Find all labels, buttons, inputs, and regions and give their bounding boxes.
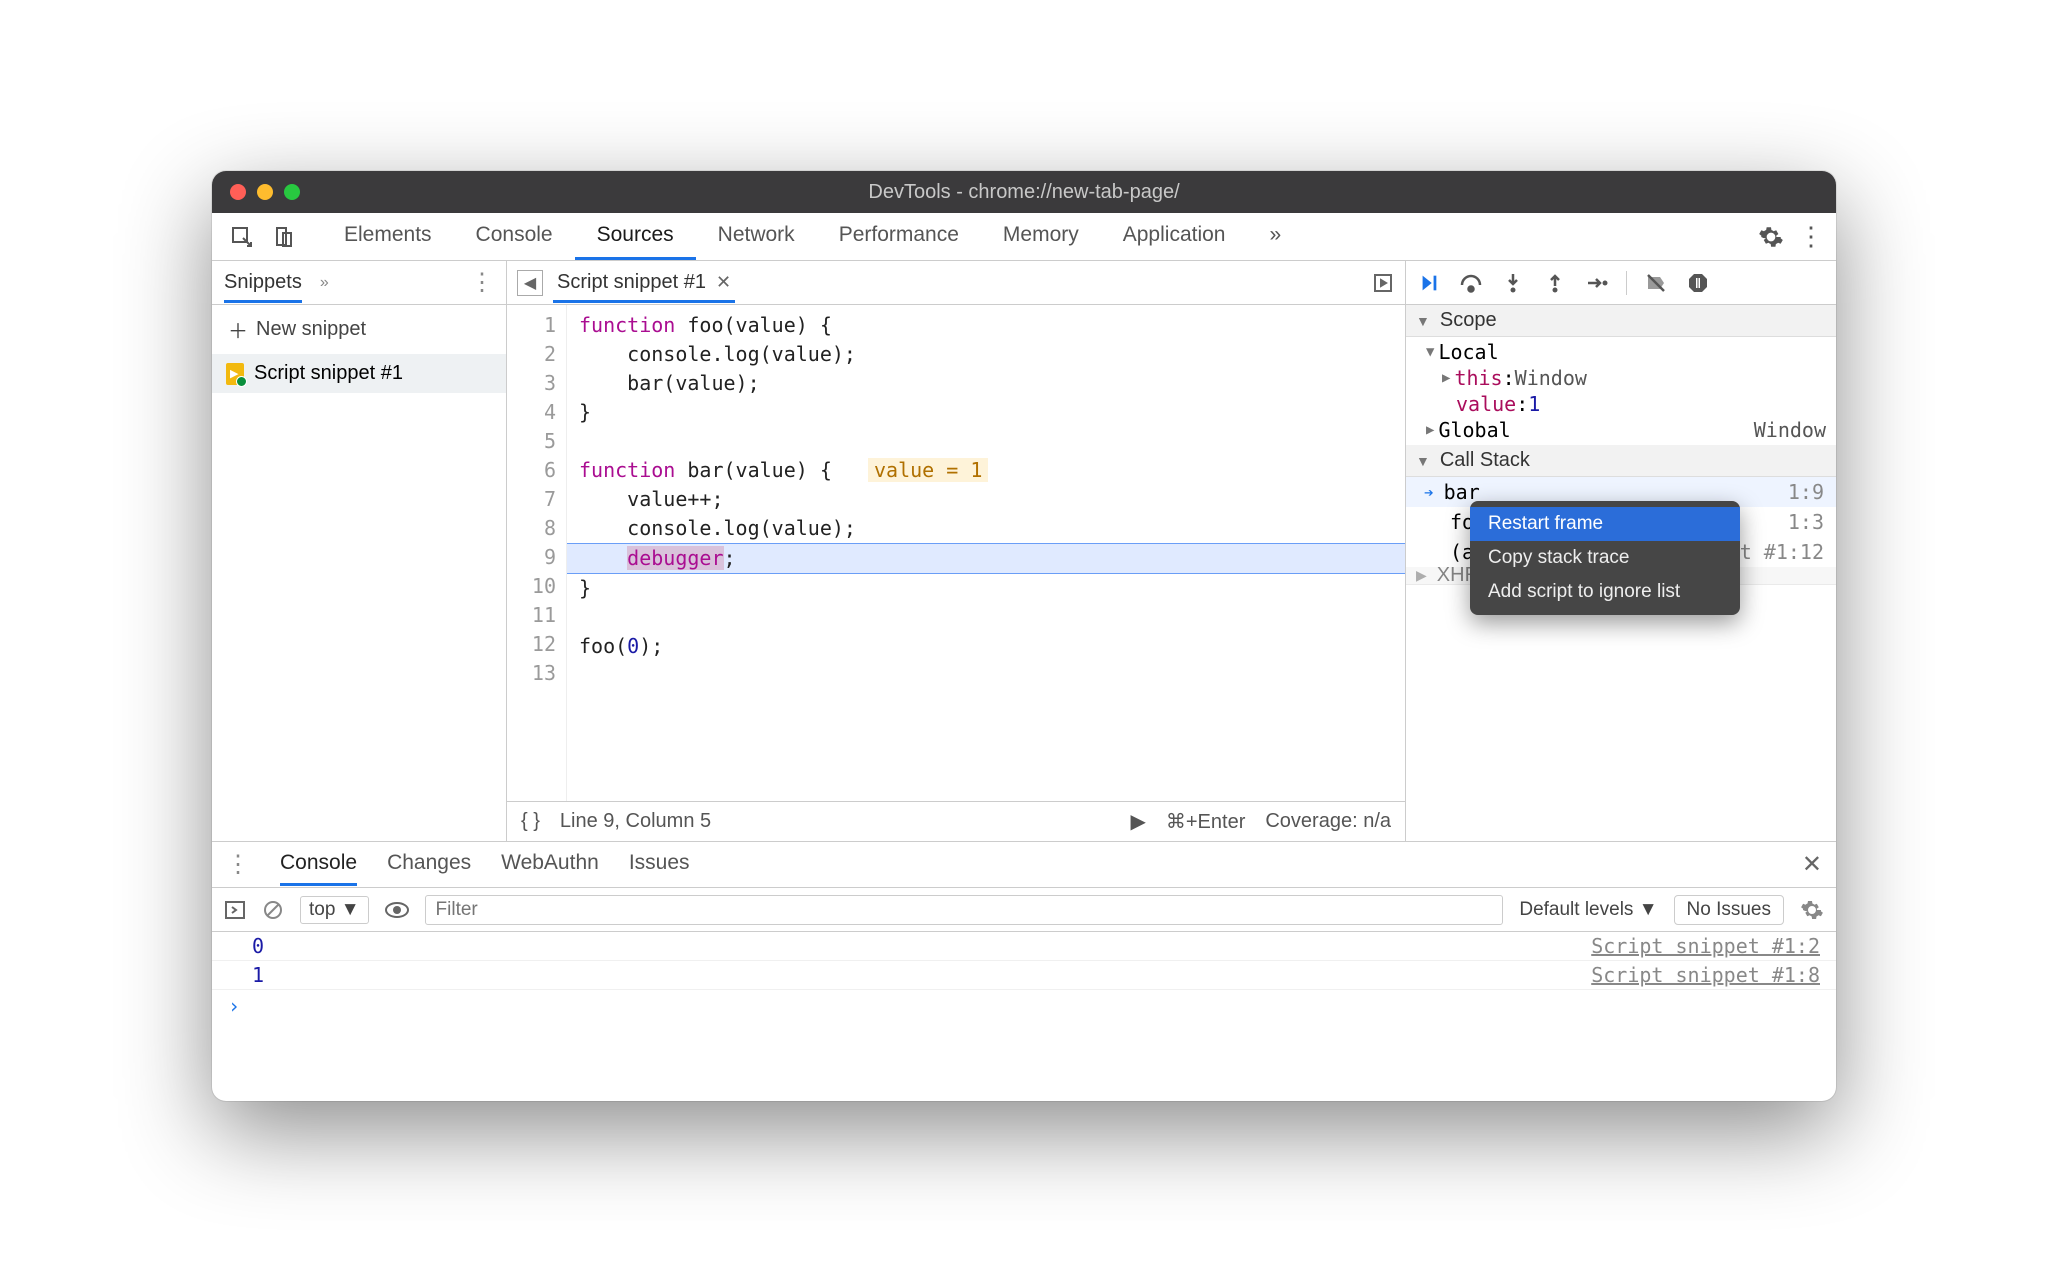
devtools-window: DevTools - chrome://new-tab-page/ Elemen… bbox=[212, 171, 1836, 1101]
log-source-link[interactable]: Script snippet #1:8 bbox=[1591, 963, 1820, 987]
menu-restart-frame[interactable]: Restart frame bbox=[1470, 507, 1740, 541]
step-icon[interactable] bbox=[1584, 270, 1610, 296]
device-toggle-icon[interactable] bbox=[266, 219, 302, 255]
resume-icon[interactable] bbox=[1416, 270, 1442, 296]
editor-statusbar: { } Line 9, Column 5 ▶ ⌘+Enter Coverage:… bbox=[507, 801, 1405, 841]
run-play-icon[interactable]: ▶ bbox=[1130, 809, 1145, 834]
drawer-menu-icon[interactable]: ⋮ bbox=[226, 850, 250, 879]
snippets-tab[interactable]: Snippets bbox=[224, 271, 302, 303]
log-level-selector[interactable]: Default levels ▼ bbox=[1519, 899, 1657, 921]
panel-tabs: Elements Console Sources Network Perform… bbox=[322, 213, 1303, 260]
navigator-menu-icon[interactable]: ⋮ bbox=[470, 268, 494, 297]
titlebar: DevTools - chrome://new-tab-page/ bbox=[212, 171, 1836, 213]
navigator-header: Snippets » ⋮ bbox=[212, 261, 506, 305]
console-prompt[interactable]: › bbox=[212, 990, 1836, 1022]
code-editor[interactable]: 12345678910111213 function foo(value) { … bbox=[507, 305, 1405, 801]
window-title: DevTools - chrome://new-tab-page/ bbox=[212, 181, 1836, 204]
scope-local-header[interactable]: ▼Local bbox=[1406, 339, 1836, 365]
scope-section-header[interactable]: ▼Scope bbox=[1406, 305, 1836, 337]
context-selector[interactable]: top ▼ bbox=[300, 896, 369, 924]
drawer-tab-webauthn[interactable]: WebAuthn bbox=[501, 843, 599, 886]
step-out-icon[interactable] bbox=[1542, 270, 1568, 296]
file-tab[interactable]: Script snippet #1 ✕ bbox=[553, 263, 735, 303]
tab-memory[interactable]: Memory bbox=[981, 213, 1101, 260]
cursor-position: Line 9, Column 5 bbox=[560, 810, 711, 833]
drawer-tab-issues[interactable]: Issues bbox=[629, 843, 690, 886]
console-log-row[interactable]: 0 Script snippet #1:2 bbox=[212, 932, 1836, 961]
snippet-item-label: Script snippet #1 bbox=[254, 362, 403, 385]
console-toolbar: top ▼ Default levels ▼ No Issues bbox=[212, 888, 1836, 932]
step-into-icon[interactable] bbox=[1500, 270, 1526, 296]
callstack-section-header[interactable]: ▼Call Stack bbox=[1406, 445, 1836, 477]
scope-body: ▼Local ▶this: Window value: 1 ▶GlobalWin… bbox=[1406, 337, 1836, 445]
console-output: 0 Script snippet #1:2 1 Script snippet #… bbox=[212, 932, 1836, 1101]
snippet-file-icon bbox=[226, 363, 244, 385]
callstack-row[interactable]: foo 1:3 Restart frame Copy stack trace A… bbox=[1406, 507, 1836, 537]
debugger-pane: ▼Scope ▼Local ▶this: Window value: 1 ▶Gl… bbox=[1406, 261, 1836, 841]
editor-header: ◀ Script snippet #1 ✕ bbox=[507, 261, 1405, 305]
code-content: function foo(value) { console.log(value)… bbox=[567, 305, 1405, 801]
inline-value-hint: value = 1 bbox=[868, 458, 988, 482]
run-shortcut-label: ⌘+Enter bbox=[1166, 809, 1245, 834]
menu-add-ignore-list[interactable]: Add script to ignore list bbox=[1470, 575, 1740, 609]
tab-network[interactable]: Network bbox=[696, 213, 817, 260]
tab-console[interactable]: Console bbox=[454, 213, 575, 260]
console-settings-icon[interactable] bbox=[1800, 898, 1824, 922]
debug-toolbar bbox=[1406, 261, 1836, 305]
clear-console-icon[interactable] bbox=[262, 899, 284, 921]
tabs-overflow-icon[interactable]: » bbox=[1247, 213, 1303, 260]
kebab-icon[interactable]: ⋮ bbox=[1798, 221, 1824, 252]
navigator-overflow-icon[interactable]: » bbox=[320, 274, 329, 292]
drawer: ⋮ Console Changes WebAuthn Issues ✕ top … bbox=[212, 841, 1836, 1101]
navigator-pane: Snippets » ⋮ ＋ New snippet Script snippe… bbox=[212, 261, 507, 841]
drawer-tab-console[interactable]: Console bbox=[280, 843, 357, 886]
callstack-body: ➔ bar 1:9 foo 1:3 Restart frame Copy sta… bbox=[1406, 477, 1836, 567]
menu-copy-stack-trace[interactable]: Copy stack trace bbox=[1470, 541, 1740, 575]
tab-application[interactable]: Application bbox=[1101, 213, 1248, 260]
plus-icon: ＋ bbox=[228, 315, 248, 344]
console-filter-input[interactable] bbox=[425, 895, 1504, 925]
deactivate-breakpoints-icon[interactable] bbox=[1643, 270, 1669, 296]
main-toolbar: Elements Console Sources Network Perform… bbox=[212, 213, 1836, 261]
pause-exceptions-icon[interactable] bbox=[1685, 270, 1711, 296]
scope-value-row[interactable]: value: 1 bbox=[1406, 391, 1836, 417]
log-source-link[interactable]: Script snippet #1:2 bbox=[1591, 934, 1820, 958]
tab-performance[interactable]: Performance bbox=[817, 213, 981, 260]
scope-global-row[interactable]: ▶GlobalWindow bbox=[1406, 417, 1836, 443]
gear-icon[interactable] bbox=[1758, 224, 1784, 250]
console-log-row[interactable]: 1 Script snippet #1:8 bbox=[212, 961, 1836, 990]
scope-this-row[interactable]: ▶this: Window bbox=[1406, 365, 1836, 391]
new-snippet-label: New snippet bbox=[256, 318, 366, 341]
no-issues-button[interactable]: No Issues bbox=[1674, 895, 1784, 925]
context-menu: Restart frame Copy stack trace Add scrip… bbox=[1470, 501, 1740, 615]
drawer-tab-changes[interactable]: Changes bbox=[387, 843, 471, 886]
snippet-list-item[interactable]: Script snippet #1 bbox=[212, 354, 506, 393]
tab-elements[interactable]: Elements bbox=[322, 213, 454, 260]
main-area: Snippets » ⋮ ＋ New snippet Script snippe… bbox=[212, 261, 1836, 841]
new-snippet-button[interactable]: ＋ New snippet bbox=[212, 305, 506, 354]
line-gutter: 12345678910111213 bbox=[507, 305, 567, 801]
run-snippet-icon[interactable] bbox=[1371, 271, 1395, 295]
nav-back-icon[interactable]: ◀ bbox=[517, 270, 543, 296]
file-tab-label: Script snippet #1 bbox=[557, 271, 706, 294]
console-sidebar-icon[interactable] bbox=[224, 899, 246, 921]
pretty-print-icon[interactable]: { } bbox=[521, 810, 540, 833]
drawer-tabs: ⋮ Console Changes WebAuthn Issues ✕ bbox=[212, 842, 1836, 888]
current-frame-icon: ➔ bbox=[1424, 483, 1434, 502]
tab-sources[interactable]: Sources bbox=[575, 213, 696, 260]
coverage-label: Coverage: n/a bbox=[1265, 810, 1391, 833]
close-icon[interactable]: ✕ bbox=[716, 272, 731, 293]
step-over-icon[interactable] bbox=[1458, 270, 1484, 296]
editor-pane: ◀ Script snippet #1 ✕ 12345678910111213 … bbox=[507, 261, 1406, 841]
drawer-close-icon[interactable]: ✕ bbox=[1802, 850, 1822, 879]
inspect-icon[interactable] bbox=[224, 219, 260, 255]
live-expression-icon[interactable] bbox=[385, 901, 409, 919]
